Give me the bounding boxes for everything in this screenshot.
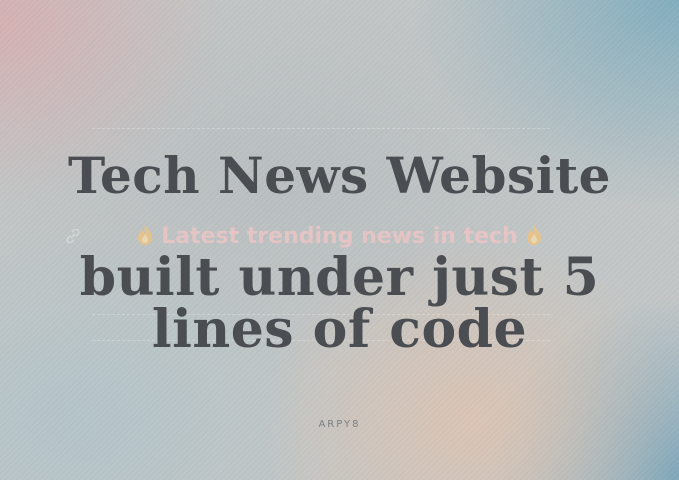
faded-subtitle-text: Latest trending news in tech — [161, 224, 518, 249]
ghost-divider — [92, 128, 550, 129]
fire-icon — [527, 225, 542, 245]
title-line-3: lines of code — [151, 299, 528, 360]
author-handle: ARPY8 — [318, 419, 361, 430]
title-line-2: built under just 5 — [79, 247, 600, 308]
fire-icon — [137, 225, 152, 245]
title-line-1: Tech News Website — [68, 146, 611, 205]
